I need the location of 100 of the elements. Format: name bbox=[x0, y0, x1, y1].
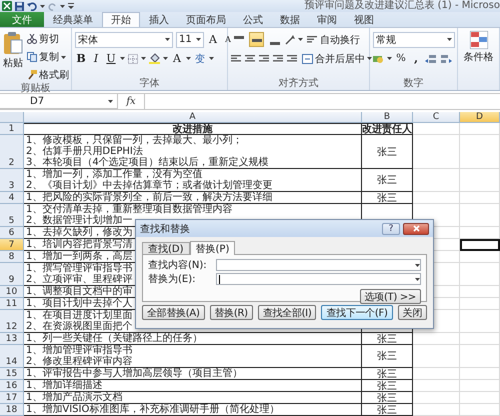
ribbon-tab[interactable]: 经典菜单 bbox=[45, 12, 101, 27]
name-box[interactable]: D7 bbox=[0, 94, 118, 109]
row-header[interactable]: 4 bbox=[0, 192, 24, 204]
row-header[interactable]: 12 bbox=[0, 310, 24, 333]
row-header[interactable]: 11 bbox=[0, 298, 24, 310]
format-painter-button[interactable]: 格式刷 bbox=[26, 67, 70, 83]
row-header[interactable]: 14 bbox=[0, 345, 24, 368]
ribbon-tab[interactable]: 视图 bbox=[346, 12, 382, 27]
row-header[interactable]: 10 bbox=[0, 286, 24, 298]
undo-icon[interactable] bbox=[27, 2, 37, 10]
row-header[interactable]: 17 bbox=[0, 392, 24, 404]
row-header[interactable]: 7 bbox=[0, 239, 24, 251]
font-name-select[interactable]: 宋体 bbox=[75, 32, 173, 48]
align-center-icon[interactable] bbox=[245, 54, 256, 64]
close-button[interactable] bbox=[403, 222, 429, 234]
row-header[interactable]: 8 bbox=[0, 251, 24, 263]
cut-button[interactable]: 剪切 bbox=[26, 31, 70, 47]
caret-icon[interactable] bbox=[120, 57, 125, 60]
customize-icon[interactable] bbox=[68, 2, 74, 10]
file-tab[interactable]: 文件 bbox=[0, 12, 44, 27]
caret-icon[interactable] bbox=[367, 57, 372, 60]
caret-icon[interactable] bbox=[447, 38, 452, 41]
caret-icon[interactable] bbox=[61, 56, 66, 58]
dialog-tab[interactable]: 查找(D) bbox=[142, 242, 190, 254]
percent-button[interactable]: % bbox=[395, 50, 407, 66]
find-field[interactable] bbox=[216, 259, 421, 271]
copy-icon[interactable] bbox=[27, 52, 37, 62]
dropdown-icon[interactable] bbox=[415, 264, 420, 266]
clipboard-icon[interactable] bbox=[3, 31, 23, 55]
copy-button[interactable]: 复制 bbox=[26, 49, 70, 65]
excel-icon[interactable] bbox=[2, 1, 12, 11]
caret-icon[interactable] bbox=[165, 38, 170, 41]
phonetic-button[interactable]: 变 bbox=[194, 50, 206, 66]
increase-decimal-icon[interactable] bbox=[425, 54, 437, 64]
insert-function-button[interactable]: fx bbox=[118, 94, 144, 109]
row-header[interactable]: 13 bbox=[0, 333, 24, 345]
caret-icon[interactable] bbox=[196, 38, 201, 41]
column-header[interactable]: B bbox=[362, 112, 413, 123]
ribbon-tab[interactable]: 审阅 bbox=[309, 12, 345, 27]
row-header[interactable]: 15 bbox=[0, 368, 24, 380]
dialog-button[interactable]: 查找下一个(F) bbox=[321, 305, 393, 320]
column-header[interactable]: A bbox=[24, 112, 362, 123]
fill-color-icon[interactable] bbox=[149, 53, 160, 64]
orientation-icon[interactable] bbox=[285, 34, 295, 44]
brush-icon[interactable] bbox=[27, 70, 37, 80]
row-header[interactable]: 9 bbox=[0, 263, 24, 286]
row-header[interactable]: 6 bbox=[0, 227, 24, 239]
italic-button[interactable]: I bbox=[90, 50, 102, 66]
dropdown-icon[interactable] bbox=[415, 278, 420, 280]
align-left-icon[interactable] bbox=[231, 54, 242, 64]
caret-icon[interactable] bbox=[141, 57, 146, 60]
comma-button[interactable]: , bbox=[410, 50, 422, 66]
column-header[interactable]: D bbox=[460, 112, 500, 123]
row-header[interactable]: 5 bbox=[0, 204, 24, 227]
caret-icon[interactable] bbox=[209, 57, 214, 60]
dialog-tab[interactable]: 替换(P) bbox=[190, 241, 236, 255]
merge-cells-icon[interactable] bbox=[302, 54, 313, 64]
number-format-select[interactable]: 常规 bbox=[373, 32, 455, 48]
caret-icon[interactable] bbox=[60, 4, 65, 8]
active-cell[interactable] bbox=[460, 239, 500, 251]
bold-button[interactable]: B bbox=[75, 50, 87, 66]
wrap-text-button[interactable]: 自动换行 bbox=[306, 32, 361, 48]
row-header[interactable]: 3 bbox=[0, 169, 24, 192]
help-button[interactable]: ? bbox=[382, 222, 400, 234]
wrap-text-icon[interactable] bbox=[307, 34, 318, 44]
caret-icon[interactable] bbox=[387, 57, 392, 60]
row-header[interactable]: 2 bbox=[0, 135, 24, 169]
decrease-decimal-icon[interactable] bbox=[440, 54, 452, 64]
ribbon-tab[interactable]: 数据 bbox=[272, 12, 308, 27]
paste-button[interactable]: 粘贴 bbox=[3, 31, 23, 83]
replace-field[interactable] bbox=[216, 273, 421, 285]
ribbon-tab[interactable]: 页面布局 bbox=[178, 12, 234, 27]
conditional-format-button[interactable]: 条件格 bbox=[461, 31, 496, 64]
font-size-select[interactable]: 11 bbox=[176, 32, 204, 48]
ribbon-tab[interactable]: 公式 bbox=[235, 12, 271, 27]
caret-icon[interactable] bbox=[40, 4, 45, 8]
options-button[interactable]: 选项(T) >> bbox=[360, 289, 421, 304]
caret-icon[interactable] bbox=[108, 100, 113, 102]
ribbon-tab[interactable]: 开始 bbox=[102, 12, 140, 27]
close-icon[interactable] bbox=[412, 225, 420, 232]
save-icon[interactable] bbox=[15, 2, 24, 10]
shrink-font-button[interactable]: A bbox=[222, 32, 234, 48]
decrease-indent-icon[interactable] bbox=[273, 54, 284, 64]
grow-font-button[interactable]: A bbox=[207, 32, 219, 48]
colored-grid-icon[interactable] bbox=[470, 31, 488, 49]
underline-button[interactable]: U bbox=[105, 50, 117, 66]
row-header[interactable]: 18 bbox=[0, 404, 24, 416]
ribbon-tab[interactable]: 插入 bbox=[141, 12, 177, 27]
caret-icon[interactable] bbox=[163, 57, 168, 60]
row-header[interactable]: 16 bbox=[0, 380, 24, 392]
dialog-button[interactable]: 替换(R) bbox=[210, 305, 253, 320]
caret-icon[interactable] bbox=[186, 57, 191, 60]
dialog-button[interactable]: 关闭 bbox=[398, 305, 427, 320]
align-right-icon[interactable] bbox=[259, 54, 270, 64]
merge-center-button[interactable]: 合并后居中 bbox=[301, 50, 373, 66]
column-header[interactable]: C bbox=[413, 112, 460, 123]
row-header[interactable]: 1 bbox=[0, 123, 24, 135]
dialog-button[interactable]: 全部替换(A) bbox=[142, 305, 205, 320]
scissors-icon[interactable] bbox=[27, 34, 37, 44]
caret-icon[interactable] bbox=[298, 38, 303, 41]
